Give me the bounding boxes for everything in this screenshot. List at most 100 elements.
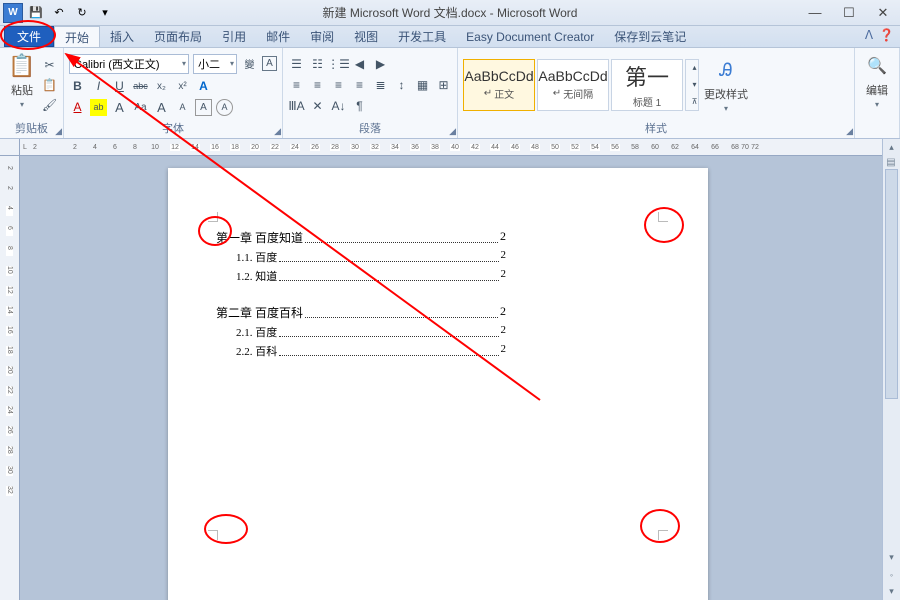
page[interactable]: 第一章 百度知道2 1.1. 百度2 1.2. 知道2 第二章 百度百科2 2.1. 百… <box>168 168 708 600</box>
font-color-button[interactable]: A <box>69 99 86 116</box>
table-of-contents: 第一章 百度知道2 1.1. 百度2 1.2. 知道2 第二章 百度百科2 2.1. 百… <box>216 229 506 359</box>
toc-entry: 2.2. 百科2 <box>216 343 506 359</box>
format-painter-button[interactable]: 🖌 <box>41 96 58 113</box>
document-area: L224681012141618202224262830323436384042… <box>0 139 900 600</box>
asian-layout-button[interactable]: ✕ <box>309 97 326 114</box>
redo-button[interactable]: ↻ <box>72 3 92 23</box>
styles-launcher[interactable]: ◢ <box>846 126 853 137</box>
paste-button[interactable]: 📋 粘贴 ▾ <box>5 50 39 119</box>
tab-view[interactable]: 视图 <box>344 26 388 47</box>
window-title: 新建 Microsoft Word 文档.docx - Microsoft Wo… <box>0 4 900 21</box>
group-paragraph: ☰ ☷ ⋮☰ ◀ ▶ ≡ ≡ ≡ ≡ ≣ ↕ ▦ ⊞ ⅢA <box>283 48 458 138</box>
undo-button[interactable]: ↶ <box>49 3 69 23</box>
justify-button[interactable]: ≡ <box>351 76 368 93</box>
line-space-button[interactable]: ↕ <box>393 76 410 93</box>
scroll-up[interactable]: ▴ <box>883 139 900 156</box>
enclosed-char-button[interactable]: A <box>216 99 233 116</box>
tab-easy-doc[interactable]: Easy Document Creator <box>456 26 604 47</box>
align-center-button[interactable]: ≡ <box>309 76 326 93</box>
show-marks-button[interactable]: ¶ <box>351 97 368 114</box>
underline-button[interactable]: U <box>111 78 128 95</box>
margin-mark-br <box>658 530 668 540</box>
vertical-scrollbar[interactable]: ▤ ▴ ▾ ◦ ▾ <box>882 139 900 600</box>
subscript-button[interactable]: x₂ <box>153 78 170 95</box>
paste-icon: 📋 <box>8 52 36 80</box>
toc-entry: 2.1. 百度2 <box>216 324 506 340</box>
toc-entry: 1.2. 知道2 <box>216 268 506 284</box>
highlight-button[interactable]: ab <box>90 99 107 116</box>
ribbon-minimize-icon[interactable]: ᐱ <box>865 28 873 42</box>
change-styles-icon: Ꭿ <box>712 56 740 84</box>
copy-button[interactable]: 📋 <box>41 76 58 93</box>
style-no-spacing[interactable]: AaBbCcDd ↵无间隔 <box>537 59 609 111</box>
dec-indent-button[interactable]: ◀ <box>351 55 368 72</box>
char-shading-button[interactable]: A <box>111 99 128 116</box>
margin-mark-tr <box>658 212 668 222</box>
ruler-horizontal[interactable]: L224681012141618202224262830323436384042… <box>20 139 882 156</box>
inc-indent-button[interactable]: ▶ <box>372 55 389 72</box>
word-icon[interactable]: W <box>3 3 23 23</box>
style-normal[interactable]: AaBbCcDd ↵正文 <box>463 59 535 111</box>
grow-font-button[interactable]: A <box>153 99 170 116</box>
tab-layout[interactable]: 页面布局 <box>144 26 212 47</box>
group-styles: AaBbCcDd ↵正文 AaBbCcDd ↵无间隔 第一 标题 1 ▴ ▾ ⊼… <box>458 48 855 138</box>
tab-review[interactable]: 审阅 <box>300 26 344 47</box>
text-dir-button[interactable]: ⅢA <box>288 97 305 114</box>
ribbon-tabs: 文件 开始 插入 页面布局 引用 邮件 审阅 视图 开发工具 Easy Docu… <box>0 26 900 48</box>
clipboard-launcher[interactable]: ◢ <box>55 126 62 137</box>
prev-page[interactable]: ◦ <box>883 566 900 583</box>
text-effects-button[interactable]: A <box>195 78 212 95</box>
titlebar: W 💾 ↶ ↻ ▾ 新建 Microsoft Word 文档.docx - Mi… <box>0 0 900 26</box>
group-clipboard: 📋 粘贴 ▾ ✂ 📋 🖌 剪贴板◢ <box>0 48 64 138</box>
toc-entry: 1.1. 百度2 <box>216 249 506 265</box>
margin-mark-tl <box>208 212 218 222</box>
clear-format-button[interactable]: A <box>195 99 212 116</box>
strike-button[interactable]: abc <box>132 78 149 95</box>
borders-button[interactable]: ⊞ <box>435 76 452 93</box>
ruler-vertical[interactable]: 22468101214161820222426283032 <box>0 156 20 600</box>
group-font: Calibri (西文正文) 小二 變 A B I U abc x₂ x² A … <box>64 48 283 138</box>
maximize-button[interactable]: ☐ <box>832 2 866 24</box>
change-styles-button[interactable]: Ꭿ 更改样式 ▾ <box>701 54 751 115</box>
scroll-thumb[interactable] <box>885 169 898 399</box>
tab-references[interactable]: 引用 <box>212 26 256 47</box>
tab-mail[interactable]: 邮件 <box>256 26 300 47</box>
tab-home[interactable]: 开始 <box>54 26 100 47</box>
phonetic-icon[interactable]: 變 <box>241 55 258 72</box>
save-button[interactable]: 💾 <box>26 3 46 23</box>
align-right-button[interactable]: ≡ <box>330 76 347 93</box>
toc-entry: 第二章 百度百科2 <box>216 304 506 321</box>
multilevel-button[interactable]: ⋮☰ <box>330 55 347 72</box>
editing-button[interactable]: 🔍 编辑 ▾ <box>860 50 894 123</box>
close-button[interactable]: ✕ <box>866 2 900 24</box>
bold-button[interactable]: B <box>69 78 86 95</box>
font-name-combo[interactable]: Calibri (西文正文) <box>69 54 189 74</box>
distributed-button[interactable]: ≣ <box>372 76 389 93</box>
tab-file[interactable]: 文件 <box>4 26 54 47</box>
ruler-toggle[interactable] <box>0 139 20 156</box>
style-heading1[interactable]: 第一 标题 1 <box>611 59 683 111</box>
font-size-combo[interactable]: 小二 <box>193 54 237 74</box>
scroll-down[interactable]: ▾ <box>883 549 900 566</box>
bullets-button[interactable]: ☰ <box>288 55 305 72</box>
next-page[interactable]: ▾ <box>883 583 900 600</box>
para-launcher[interactable]: ◢ <box>449 126 456 137</box>
change-case-button[interactable]: Aa <box>132 99 149 116</box>
help-icon[interactable]: ❓ <box>879 28 894 42</box>
shrink-font-button[interactable]: A <box>174 99 191 116</box>
italic-button[interactable]: I <box>90 78 107 95</box>
tab-cloud-notes[interactable]: 保存到云笔记 <box>604 26 696 47</box>
toc-entry: 第一章 百度知道2 <box>216 229 506 246</box>
shading-button[interactable]: ▦ <box>414 76 431 93</box>
sort-button[interactable]: A↓ <box>330 97 347 114</box>
tab-developer[interactable]: 开发工具 <box>388 26 456 47</box>
cut-button[interactable]: ✂ <box>41 56 58 73</box>
font-launcher[interactable]: ◢ <box>274 126 281 137</box>
align-left-button[interactable]: ≡ <box>288 76 305 93</box>
minimize-button[interactable]: — <box>798 2 832 24</box>
superscript-button[interactable]: x² <box>174 78 191 95</box>
char-border-icon[interactable]: A <box>262 56 277 71</box>
numbering-button[interactable]: ☷ <box>309 55 326 72</box>
qat-more[interactable]: ▾ <box>95 3 115 23</box>
tab-insert[interactable]: 插入 <box>100 26 144 47</box>
